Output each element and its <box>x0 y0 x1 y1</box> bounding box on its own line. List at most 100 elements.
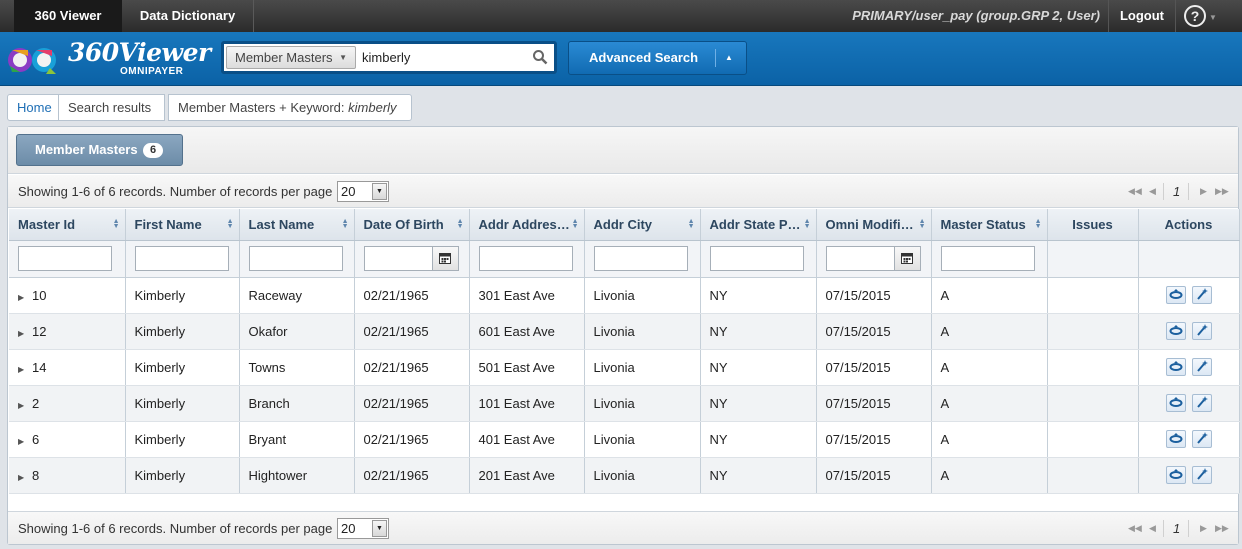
cell-address: 301 East Ave <box>469 277 585 314</box>
cell-omni-modified: 07/15/2015 <box>816 349 932 386</box>
search-scope-dropdown[interactable]: Member Masters ▼ <box>226 46 356 69</box>
last-page-icon[interactable]: ▶▶ <box>1215 512 1229 545</box>
filter-cell <box>1047 240 1139 278</box>
filter-master-id-input[interactable] <box>18 246 112 271</box>
view-360-icon[interactable] <box>1165 286 1186 304</box>
sort-icon[interactable]: ▲ ▼ <box>227 218 234 230</box>
cell-state: NY <box>700 385 817 422</box>
first-page-icon[interactable]: ◀◀ <box>1128 175 1142 208</box>
filter-addr-city-input[interactable] <box>593 246 688 271</box>
prev-page-icon[interactable]: ◀ <box>1149 175 1156 208</box>
table-row[interactable]: ▶ 10 Kimberly Raceway 02/21/1965 301 East Ave… <box>9 277 1240 314</box>
view-360-icon[interactable] <box>1165 430 1186 448</box>
view-360-icon[interactable] <box>1165 358 1186 376</box>
cell-actions <box>1138 457 1240 494</box>
filter-master-status-input[interactable] <box>940 246 1035 271</box>
chevron-down-icon: ▼ <box>372 183 387 200</box>
pager-divider <box>1188 183 1189 200</box>
sort-icon[interactable]: ▲ ▼ <box>457 218 464 230</box>
first-page-icon[interactable]: ◀◀ <box>1128 512 1142 545</box>
tab-data-dictionary[interactable]: Data Dictionary <box>122 0 254 32</box>
cell-issues <box>1047 349 1139 386</box>
sort-icon[interactable]: ▲ ▼ <box>688 218 695 230</box>
filter-cell <box>354 240 470 278</box>
top-navigation-bar: 360 Viewer Data Dictionary PRIMARY/user_… <box>0 0 1242 32</box>
table-row[interactable]: ▶ 8 Kimberly Hightower 02/21/1965 201 East Av… <box>9 457 1240 494</box>
filter-omni-modified-input[interactable] <box>825 246 894 271</box>
breadcrumb-home[interactable]: Home <box>7 94 59 121</box>
help-menu-caret-icon[interactable]: ▼ <box>1209 13 1217 22</box>
search-icon[interactable] <box>532 49 548 65</box>
table-header-row: Master Id ▲ ▼ First Name ▲ ▼ Last Name ▲ ▼ Dat… <box>9 209 1240 241</box>
table-row[interactable]: ▶ 2 Kimberly Branch 02/21/1965 101 East Ave Li… <box>9 385 1240 422</box>
column-header-omni-modified[interactable]: Omni Modifi… ▲ ▼ <box>816 209 932 241</box>
chevron-up-icon[interactable]: ▲ <box>725 42 733 74</box>
sort-icon[interactable]: ▲ ▼ <box>919 218 926 230</box>
filter-date-of-birth-input[interactable] <box>363 246 432 271</box>
help-icon[interactable]: ? <box>1184 5 1206 27</box>
view-360-icon[interactable] <box>1165 466 1186 484</box>
calendar-icon[interactable] <box>893 246 921 271</box>
breadcrumb-search-results[interactable]: Search results <box>58 94 165 121</box>
column-header-first-name[interactable]: First Name ▲ ▼ <box>125 209 240 241</box>
cell-date-of-birth: 02/21/1965 <box>354 385 470 422</box>
column-header-master-id[interactable]: Master Id ▲ ▼ <box>9 209 126 241</box>
expand-row-icon[interactable]: ▶ <box>18 293 32 302</box>
records-per-page-select[interactable]: 20 ▼ <box>337 181 389 202</box>
column-header-actions: Actions <box>1138 209 1240 241</box>
search-input[interactable] <box>362 46 522 69</box>
filter-first-name-input[interactable] <box>134 246 229 271</box>
magic-wand-icon[interactable] <box>1191 394 1212 412</box>
calendar-icon[interactable] <box>431 246 459 271</box>
expand-row-icon[interactable]: ▶ <box>18 365 32 374</box>
tab-360-viewer[interactable]: 360 Viewer <box>14 0 122 32</box>
view-360-icon[interactable] <box>1165 394 1186 412</box>
cell-first-name: Kimberly <box>125 421 240 458</box>
records-per-page-select[interactable]: 20 ▼ <box>337 518 389 539</box>
magic-wand-icon[interactable] <box>1191 358 1212 376</box>
expand-row-icon[interactable]: ▶ <box>18 329 32 338</box>
advanced-search-button[interactable]: Advanced Search ▲ <box>568 41 747 75</box>
expand-row-icon[interactable]: ▶ <box>18 437 32 446</box>
cell-city: Livonia <box>584 277 701 314</box>
last-page-icon[interactable]: ▶▶ <box>1215 175 1229 208</box>
column-header-master-status[interactable]: Master Status ▲ ▼ <box>931 209 1048 241</box>
next-page-icon[interactable]: ▶ <box>1200 512 1207 545</box>
filter-last-name-input[interactable] <box>248 246 343 271</box>
expand-row-icon[interactable]: ▶ <box>18 401 32 410</box>
column-header-addr-state[interactable]: Addr State P… ▲ ▼ <box>700 209 817 241</box>
filter-row <box>9 240 1240 278</box>
view-360-icon[interactable] <box>1165 322 1186 340</box>
logout-link[interactable]: Logout <box>1108 0 1176 32</box>
table-row[interactable]: ▶ 6 Kimberly Bryant 02/21/1965 401 East Ave Li… <box>9 421 1240 458</box>
sort-icon[interactable]: ▲ ▼ <box>113 218 120 230</box>
filter-cell <box>931 240 1048 278</box>
magic-wand-icon[interactable] <box>1191 286 1212 304</box>
column-header-addr-city[interactable]: Addr City ▲ ▼ <box>584 209 701 241</box>
cell-master-id: ▶ 6 <box>9 421 126 458</box>
filter-addr-state-input[interactable] <box>709 246 804 271</box>
table-row[interactable]: ▶ 12 Kimberly Okafor 02/21/1965 601 East Ave L… <box>9 313 1240 350</box>
table-row[interactable]: ▶ 14 Kimberly Towns 02/21/1965 501 East Ave Li… <box>9 349 1240 386</box>
sort-icon[interactable]: ▲ ▼ <box>342 218 349 230</box>
chevron-down-icon: ▼ <box>339 53 347 62</box>
cell-omni-modified: 07/15/2015 <box>816 385 932 422</box>
expand-row-icon[interactable]: ▶ <box>18 473 32 482</box>
prev-page-icon[interactable]: ◀ <box>1149 512 1156 545</box>
cell-omni-modified: 07/15/2015 <box>816 457 932 494</box>
magic-wand-icon[interactable] <box>1191 430 1212 448</box>
count-badge: 6 <box>143 143 163 158</box>
column-header-last-name[interactable]: Last Name ▲ ▼ <box>239 209 355 241</box>
sort-icon[interactable]: ▲ ▼ <box>804 218 811 230</box>
records-per-page-value: 20 <box>341 184 356 199</box>
records-summary: Showing 1-6 of 6 records. Number of reco… <box>18 521 333 536</box>
tab-member-masters[interactable]: Member Masters 6 <box>16 134 183 166</box>
next-page-icon[interactable]: ▶ <box>1200 175 1207 208</box>
column-header-date-of-birth[interactable]: Date Of Birth ▲ ▼ <box>354 209 470 241</box>
sort-icon[interactable]: ▲ ▼ <box>1035 218 1042 230</box>
magic-wand-icon[interactable] <box>1191 322 1212 340</box>
column-header-addr-address[interactable]: Addr Addres… ▲ ▼ <box>469 209 585 241</box>
magic-wand-icon[interactable] <box>1191 466 1212 484</box>
filter-addr-address-input[interactable] <box>478 246 573 271</box>
sort-icon[interactable]: ▲ ▼ <box>572 218 579 230</box>
